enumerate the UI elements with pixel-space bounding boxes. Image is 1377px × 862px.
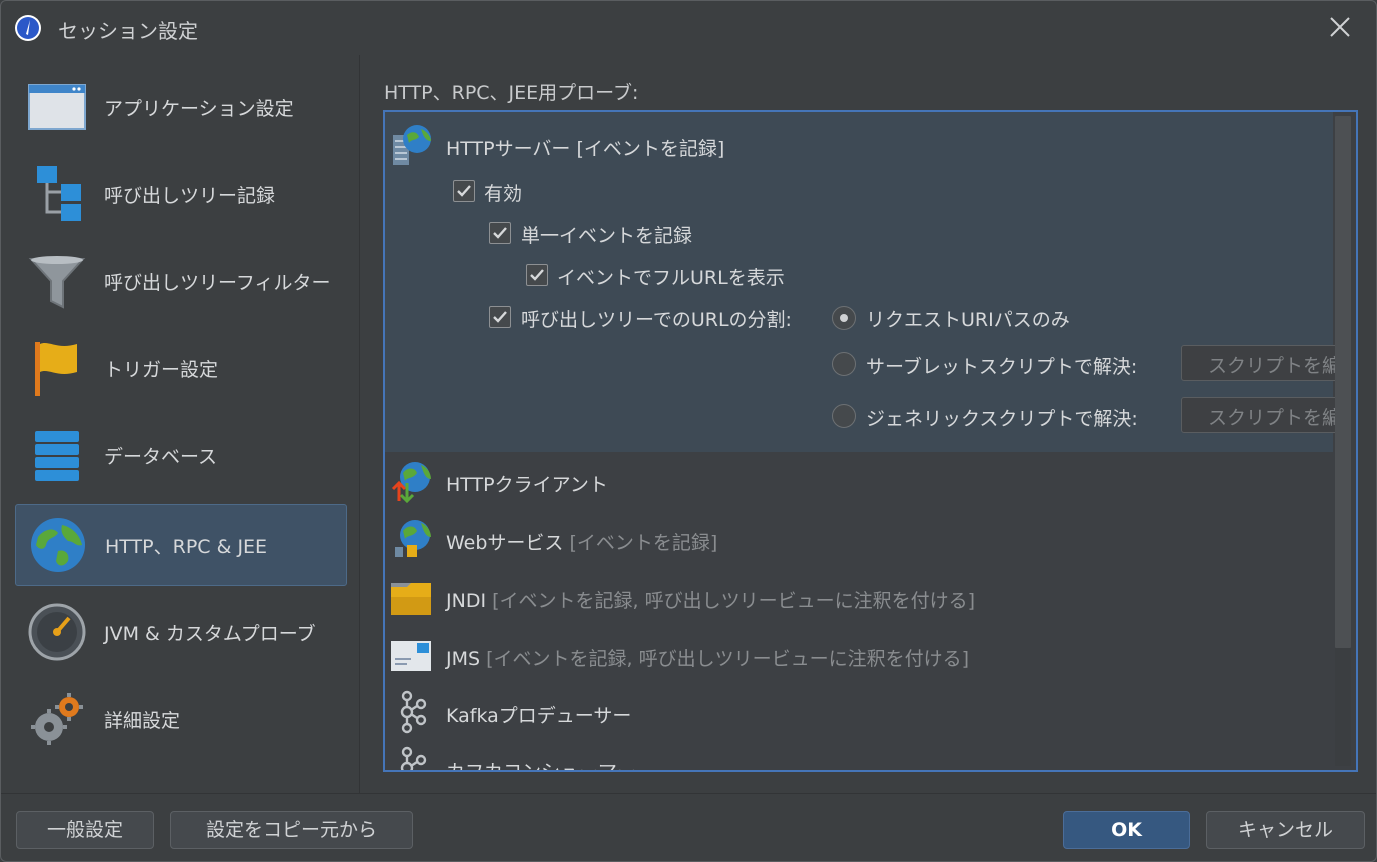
probe-list-scrollbar[interactable] xyxy=(1335,116,1351,766)
enabled-checkbox-label: 有効 xyxy=(484,183,523,205)
session-settings-dialog: セッション設定 アプリケーション設定 呼び出しツリー記録 呼び出しツリーフィルタ… xyxy=(0,0,1377,862)
database-icon xyxy=(35,431,79,481)
sidebar-item-label: JVM & カスタムプローブ xyxy=(104,623,316,645)
sidebar-item-label: トリガー設定 xyxy=(104,359,219,381)
copy-settings-button[interactable]: 設定をコピー元から xyxy=(170,811,413,849)
sidebar-item-label: 呼び出しツリーフィルター xyxy=(104,272,331,294)
split-url-label: 呼び出しツリーでのURLの分割: xyxy=(521,309,792,331)
probe-list-panel: HTTPサーバー [イベントを記録] 有効 単一イベントを記録 イベントでフルU… xyxy=(383,110,1358,772)
sidebar-item-label: 呼び出しツリー記録 xyxy=(104,185,276,207)
split-url-checkbox[interactable] xyxy=(489,306,511,328)
show-full-url-label: イベントでフルURLを表示 xyxy=(557,267,785,289)
ok-button[interactable]: OK xyxy=(1063,811,1190,849)
settings-sidebar: アプリケーション設定 呼び出しツリー記録 呼び出しツリーフィルター トリガー設定… xyxy=(1,55,359,793)
probe-http-server[interactable]: HTTPサーバー [イベントを記録] xyxy=(446,134,724,161)
general-settings-button[interactable]: 一般設定 xyxy=(16,811,154,849)
probe-jndi[interactable]: JNDI [イベントを記録, 呼び出しツリービューに注釈を付ける] xyxy=(446,586,975,613)
sidebar-item-label: データベース xyxy=(104,446,218,468)
kafka-icon xyxy=(400,690,427,734)
sidebar-item-application-settings[interactable]: アプリケーション設定 xyxy=(15,67,345,147)
cancel-button[interactable]: キャンセル xyxy=(1206,811,1365,849)
probe-http-client[interactable]: HTTPクライアント xyxy=(446,470,608,497)
radio-servlet-script[interactable] xyxy=(832,352,856,376)
probe-kafka-producer[interactable]: Kafkaプロデューサー xyxy=(446,701,631,728)
application-window-icon xyxy=(28,84,86,130)
record-single-event-label: 単一イベントを記録 xyxy=(521,225,693,247)
radio-request-uri-path-label: リクエストURIパスのみ xyxy=(866,309,1070,331)
http-server-icon xyxy=(393,125,431,165)
probe-web-services[interactable]: Webサービス [イベントを記録] xyxy=(446,528,717,555)
sidebar-item-trigger-settings[interactable]: トリガー設定 xyxy=(15,328,345,408)
footer-divider xyxy=(1,793,1376,794)
title-bar: セッション設定 xyxy=(1,1,1376,55)
sidebar-divider xyxy=(359,55,360,793)
jndi-folder-icon xyxy=(391,583,431,615)
radio-generic-script[interactable] xyxy=(832,404,856,428)
section-label: HTTP、RPC、JEE用プローブ: xyxy=(384,82,639,104)
app-compass-icon xyxy=(15,15,41,41)
sidebar-item-label: アプリケーション設定 xyxy=(104,98,294,120)
gears-icon xyxy=(31,693,83,745)
globe-icon xyxy=(31,518,85,572)
kafka-icon xyxy=(400,746,427,770)
edit-servlet-script-button[interactable]: スクリプトを編集 xyxy=(1181,345,1343,381)
sidebar-item-database[interactable]: データベース xyxy=(15,415,345,495)
record-single-event-checkbox[interactable] xyxy=(489,222,511,244)
close-icon[interactable] xyxy=(1326,13,1354,41)
sidebar-item-advanced-settings[interactable]: 詳細設定 xyxy=(15,679,345,759)
sidebar-item-call-tree-recording[interactable]: 呼び出しツリー記録 xyxy=(15,154,345,234)
gauge-icon xyxy=(28,603,86,661)
radio-generic-script-label: ジェネリックスクリプトで解決: xyxy=(866,408,1138,430)
scrollbar-thumb[interactable] xyxy=(1335,116,1351,648)
edit-generic-script-button[interactable]: スクリプトを編集 xyxy=(1181,397,1343,433)
flag-icon xyxy=(35,342,77,396)
show-full-url-checkbox[interactable] xyxy=(526,264,548,286)
funnel-filter-icon xyxy=(28,256,86,309)
sidebar-item-label: 詳細設定 xyxy=(104,710,181,732)
sidebar-item-http-rpc-jee[interactable]: HTTP、RPC & JEE xyxy=(15,504,347,586)
probe-kafka-consumer[interactable]: カフカコンシューマー xyxy=(446,757,636,770)
http-client-icon xyxy=(391,462,431,503)
sidebar-item-call-tree-filters[interactable]: 呼び出しツリーフィルター xyxy=(15,241,345,321)
radio-servlet-script-label: サーブレットスクリプトで解決: xyxy=(866,356,1138,378)
probe-jms[interactable]: JMS [イベントを記録, 呼び出しツリービューに注釈を付ける] xyxy=(446,644,969,671)
call-tree-icon xyxy=(37,166,81,221)
sidebar-item-label: HTTP、RPC & JEE xyxy=(105,536,268,558)
sidebar-item-jvm-custom-probes[interactable]: JVM & カスタムプローブ xyxy=(15,592,345,672)
web-service-icon xyxy=(395,520,431,557)
jms-message-icon xyxy=(391,641,431,671)
enabled-checkbox[interactable] xyxy=(453,180,475,202)
radio-request-uri-path[interactable] xyxy=(832,306,856,330)
window-title: セッション設定 xyxy=(58,19,198,43)
